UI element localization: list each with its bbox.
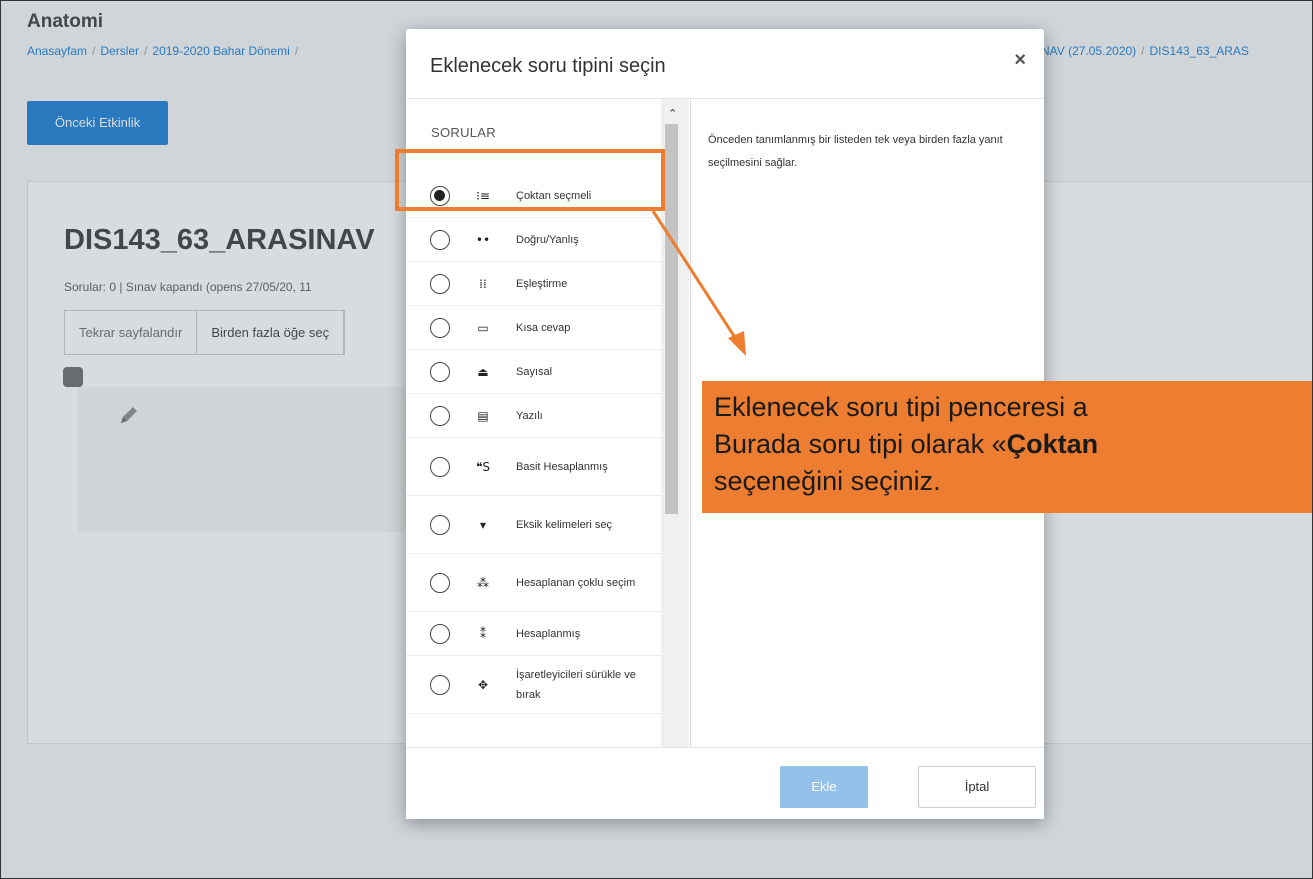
annotation-line-3: seçeneğini seçiniz. <box>714 466 941 496</box>
annotation-line-2-text: Burada soru tipi olarak « <box>714 429 1007 459</box>
annotation-callout: Eklenecek soru tipi penceresi a Burada s… <box>702 381 1312 513</box>
screenshot-frame: Anatomi Anasayfam / Dersler/2019-2020 Baha… <box>0 0 1313 879</box>
annotation-line-2-bold: Çoktan <box>1006 429 1099 459</box>
annotation-line-1: Eklenecek soru tipi penceresi a <box>714 392 1088 422</box>
annotation-line-2: Burada soru tipi olarak «Çoktan <box>714 426 1312 463</box>
